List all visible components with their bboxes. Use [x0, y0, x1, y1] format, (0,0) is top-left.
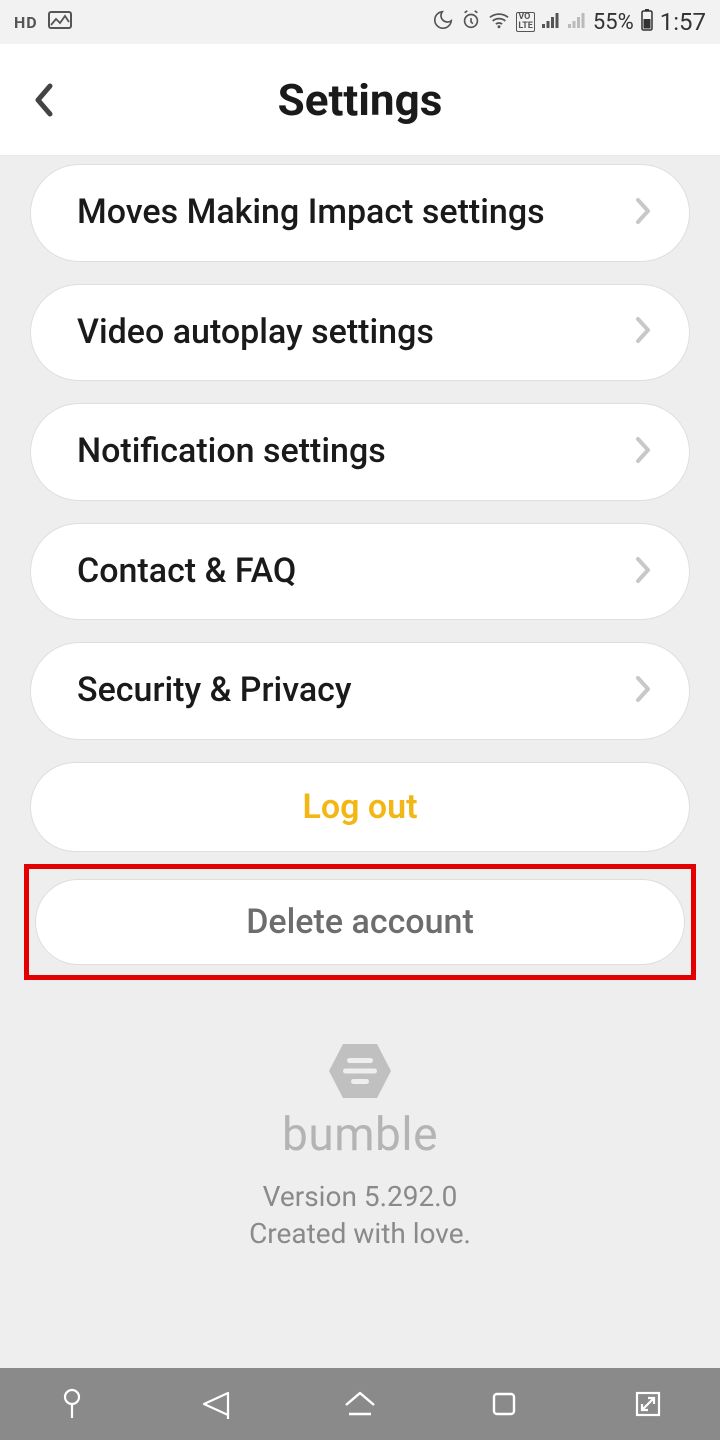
page-title: Settings: [0, 74, 720, 126]
chevron-right-icon: [633, 196, 653, 230]
wifi-icon: [488, 10, 510, 34]
chevron-right-icon: [633, 674, 653, 708]
delete-account-button[interactable]: Delete account: [35, 879, 685, 965]
nav-back-icon: [198, 1389, 234, 1419]
volte-icon: VOLTE: [516, 12, 535, 32]
chevron-left-icon: [30, 80, 58, 120]
setting-label: Contact & FAQ: [77, 548, 316, 596]
battery-icon: [640, 8, 654, 37]
setting-security-privacy[interactable]: Security & Privacy: [30, 642, 690, 740]
brand-footer: bumble Version 5.292.0 Created with love…: [30, 1040, 690, 1250]
app-header: Settings: [0, 44, 720, 156]
setting-label: Moves Making Impact settings: [77, 189, 565, 237]
status-bar: HD VOLTE 55% 1:57: [0, 0, 720, 44]
clock-text: 1:57: [660, 8, 706, 36]
setting-label: Notification settings: [77, 428, 406, 476]
setting-label: Security & Privacy: [77, 667, 372, 715]
assistant-icon: [60, 1387, 84, 1421]
moon-icon: [432, 9, 454, 36]
back-button[interactable]: [20, 76, 68, 124]
brand-name: bumble: [30, 1108, 690, 1162]
setting-contact-faq[interactable]: Contact & FAQ: [30, 523, 690, 621]
gallery-icon: [48, 10, 72, 34]
chevron-right-icon: [633, 315, 653, 349]
brand-version: Version 5.292.0: [30, 1180, 690, 1213]
setting-video-autoplay[interactable]: Video autoplay settings: [30, 284, 690, 382]
nav-home-button[interactable]: [330, 1379, 390, 1429]
nav-recent-button[interactable]: [474, 1379, 534, 1429]
signal1-icon: [541, 10, 561, 34]
alarm-icon: [460, 9, 482, 36]
status-right: VOLTE 55% 1:57: [432, 8, 706, 37]
chevron-right-icon: [633, 555, 653, 589]
android-nav-bar: [0, 1368, 720, 1440]
nav-recent-icon: [489, 1389, 519, 1419]
logout-label: Log out: [302, 787, 417, 827]
signal2-icon: [567, 10, 587, 34]
setting-moves-impact[interactable]: Moves Making Impact settings: [30, 164, 690, 262]
nav-assistant-button[interactable]: [42, 1379, 102, 1429]
expand-icon: [633, 1389, 663, 1419]
brand-tagline: Created with love.: [30, 1217, 690, 1250]
delete-label: Delete account: [246, 902, 474, 942]
nav-back-button[interactable]: [186, 1379, 246, 1429]
settings-list: Moves Making Impact settings Video autop…: [0, 156, 720, 1368]
logout-button[interactable]: Log out: [30, 762, 690, 852]
setting-notifications[interactable]: Notification settings: [30, 403, 690, 501]
hd-badge: HD: [14, 13, 38, 32]
bumble-logo-icon: [30, 1040, 690, 1102]
delete-account-highlight: Delete account: [24, 864, 696, 980]
nav-home-icon: [342, 1389, 378, 1419]
battery-text: 55%: [593, 10, 634, 35]
setting-label: Video autoplay settings: [77, 309, 454, 357]
chevron-right-icon: [633, 435, 653, 469]
nav-expand-button[interactable]: [618, 1379, 678, 1429]
status-left: HD: [14, 10, 72, 34]
